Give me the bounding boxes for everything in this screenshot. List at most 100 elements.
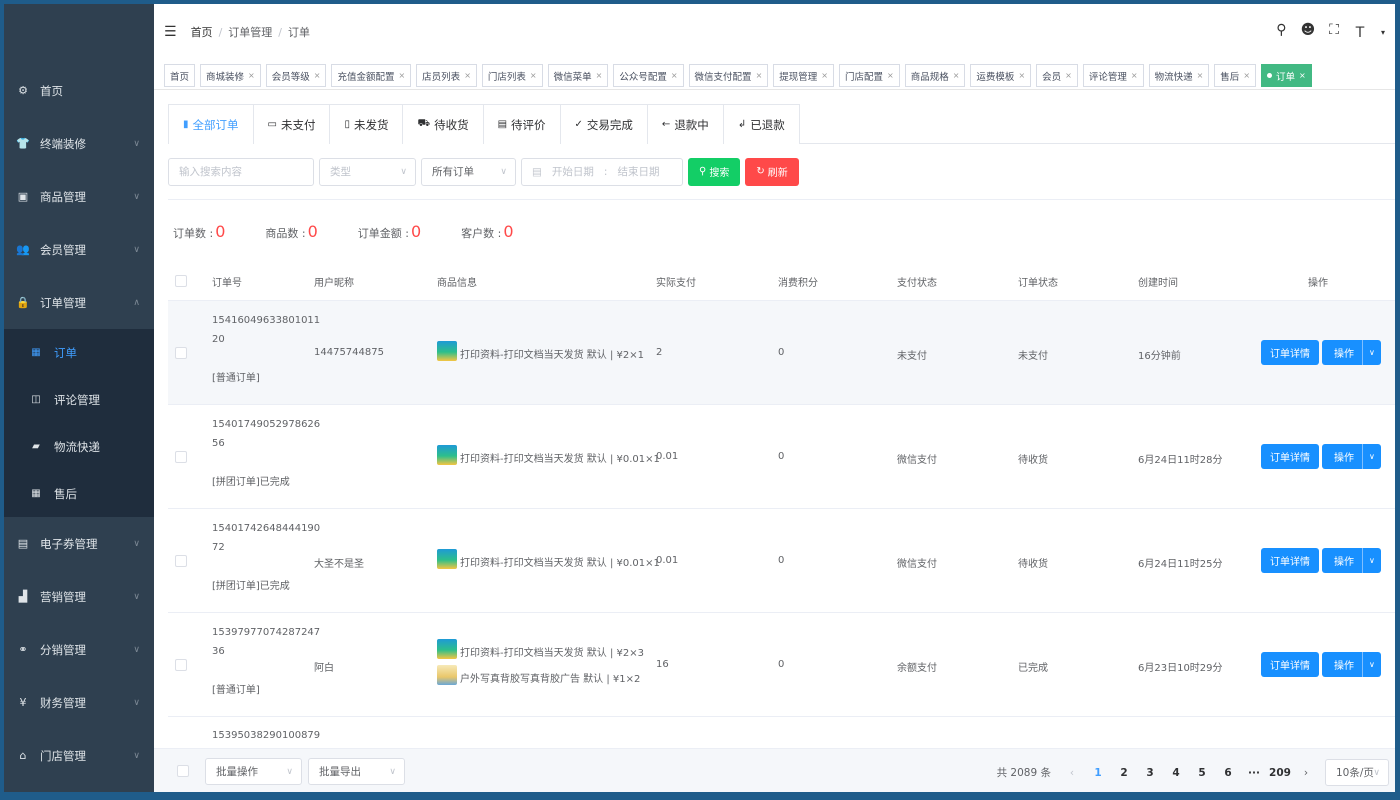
- view-tag-5[interactable]: 门店列表 ×: [481, 64, 543, 87]
- sidebar-item-4[interactable]: 🔒 订单管理 ∧: [4, 276, 154, 329]
- breadcrumb-order-mgmt[interactable]: 订单管理: [228, 26, 272, 39]
- tab-2[interactable]: ▯ 未发货: [329, 104, 403, 144]
- row-checkbox[interactable]: [175, 451, 187, 463]
- view-tag-10[interactable]: 门店配置 ×: [838, 64, 900, 87]
- view-tag-13[interactable]: 会员 ×: [1036, 64, 1078, 87]
- sidebar-item-9[interactable]: ⌂ 门店管理 ∨: [4, 729, 154, 782]
- view-tag-3[interactable]: 充值金额配置 ×: [331, 64, 412, 87]
- action-dropdown-button[interactable]: 操作 ∨: [1322, 444, 1381, 469]
- sidebar-subitem-1[interactable]: ◫ 评论管理: [4, 376, 154, 423]
- hamburger-icon[interactable]: ☰: [164, 24, 177, 40]
- refresh-button[interactable]: ↻ 刷新: [745, 157, 799, 186]
- breadcrumb-home[interactable]: 首页: [191, 26, 213, 39]
- action-dropdown-button[interactable]: 操作 ∨: [1322, 652, 1381, 677]
- close-icon[interactable]: ×: [887, 71, 894, 80]
- view-tag-16[interactable]: 售后 ×: [1214, 64, 1257, 87]
- tab-4[interactable]: ▤ 待评价: [482, 104, 560, 144]
- page-number[interactable]: 1: [1085, 767, 1111, 779]
- search-button[interactable]: ⚲ 搜索: [688, 157, 741, 186]
- sidebar-item-5[interactable]: ▤ 电子券管理 ∨: [4, 517, 154, 570]
- sidebar-subitem-3[interactable]: ▦ 售后: [4, 470, 154, 517]
- sidebar-item-1[interactable]: 👕 终端装修 ∨: [4, 117, 154, 170]
- close-icon[interactable]: ×: [1065, 71, 1072, 80]
- view-tag-14[interactable]: 评论管理 ×: [1082, 64, 1144, 87]
- user-dropdown-icon[interactable]: ▾: [1381, 28, 1385, 42]
- close-icon[interactable]: ×: [821, 71, 828, 80]
- row-checkbox[interactable]: [175, 659, 187, 671]
- view-tag-6[interactable]: 微信菜单 ×: [547, 64, 609, 87]
- batch-export-select[interactable]: 批量导出 ∨: [308, 758, 405, 785]
- order-detail-button[interactable]: 订单详情: [1261, 444, 1319, 469]
- close-icon[interactable]: ×: [398, 71, 405, 80]
- close-icon[interactable]: ×: [1197, 71, 1204, 80]
- sidebar-item-2[interactable]: ▣ 商品管理 ∨: [4, 170, 154, 223]
- sidebar-subitem-2[interactable]: ▰ 物流快递: [4, 423, 154, 470]
- close-icon[interactable]: ×: [1131, 71, 1138, 80]
- order-detail-button[interactable]: 订单详情: [1261, 548, 1319, 573]
- page-last[interactable]: 209: [1267, 767, 1293, 779]
- sidebar-item-3[interactable]: 👥 会员管理 ∨: [4, 223, 154, 276]
- order-detail-button[interactable]: 订单详情: [1261, 652, 1319, 677]
- close-icon[interactable]: ×: [596, 71, 603, 80]
- action-dropdown-button[interactable]: 操作 ∨: [1322, 340, 1381, 365]
- row-checkbox[interactable]: [175, 347, 187, 359]
- view-tag-11[interactable]: 商品规格 ×: [904, 64, 966, 87]
- tab-3[interactable]: ⛟ 待收货: [402, 104, 483, 144]
- type-select[interactable]: 类型 ∨: [319, 157, 416, 186]
- page-number[interactable]: 3: [1137, 767, 1163, 779]
- row-checkbox[interactable]: [175, 555, 187, 567]
- chevron-down-icon[interactable]: ∨: [1362, 444, 1381, 469]
- sidebar-item-6[interactable]: ▟ 营销管理 ∨: [4, 570, 154, 623]
- tab-6[interactable]: ← 退款中: [646, 104, 723, 144]
- batch-action-select[interactable]: 批量操作 ∨: [205, 758, 302, 785]
- view-tag-12[interactable]: 运费模板 ×: [970, 64, 1032, 87]
- action-dropdown-button[interactable]: 操作 ∨: [1322, 548, 1381, 573]
- date-range-picker[interactable]: ▤ 开始日期: 结束日期: [521, 157, 683, 186]
- select-all-checkbox-footer[interactable]: [177, 765, 189, 777]
- view-tag-17[interactable]: 订单 ×: [1261, 64, 1312, 87]
- page-number[interactable]: 5: [1189, 767, 1215, 779]
- search-input[interactable]: 输入搜索内容: [168, 157, 314, 186]
- page-number[interactable]: 4: [1163, 767, 1189, 779]
- close-icon[interactable]: ×: [756, 71, 763, 80]
- select-all-checkbox[interactable]: [175, 275, 187, 287]
- tab-7[interactable]: ↲ 已退款: [722, 104, 800, 144]
- view-tag-2[interactable]: 会员等级 ×: [265, 64, 327, 87]
- page-size-select[interactable]: 10条/页 ∨: [1325, 759, 1389, 786]
- page-number[interactable]: 6: [1215, 767, 1241, 779]
- sidebar-subitem-0[interactable]: ▦ 订单: [4, 329, 154, 376]
- view-tag-15[interactable]: 物流快递 ×: [1148, 64, 1210, 87]
- close-icon[interactable]: ×: [248, 71, 255, 80]
- close-icon[interactable]: ×: [953, 71, 960, 80]
- next-page-icon[interactable]: ›: [1293, 767, 1319, 779]
- close-icon[interactable]: ×: [671, 71, 678, 80]
- sidebar-item-8[interactable]: ¥ 财务管理 ∨: [4, 676, 154, 729]
- search-icon[interactable]: ⚲: [1276, 22, 1286, 42]
- close-icon[interactable]: ×: [464, 71, 471, 80]
- github-icon[interactable]: ☻: [1301, 22, 1316, 42]
- close-icon[interactable]: ×: [1018, 71, 1025, 80]
- chevron-down-icon[interactable]: ∨: [1362, 652, 1381, 677]
- close-icon[interactable]: ×: [1299, 71, 1306, 80]
- view-tag-8[interactable]: 微信支付配置 ×: [688, 64, 769, 87]
- tab-1[interactable]: ▭ 未支付: [252, 104, 330, 144]
- fullscreen-icon[interactable]: ⛶: [1329, 22, 1339, 42]
- close-icon[interactable]: ×: [530, 71, 537, 80]
- chevron-down-icon[interactable]: ∨: [1362, 340, 1381, 365]
- prev-page-icon[interactable]: ‹: [1059, 767, 1085, 779]
- font-size-icon[interactable]: Ｔ: [1353, 22, 1367, 42]
- chevron-down-icon[interactable]: ∨: [1362, 548, 1381, 573]
- view-tag-0[interactable]: 首页: [164, 64, 196, 87]
- order-detail-button[interactable]: 订单详情: [1261, 340, 1319, 365]
- view-tag-1[interactable]: 商城装修 ×: [200, 64, 261, 87]
- tab-5[interactable]: ✓ 交易完成: [559, 104, 647, 144]
- close-icon[interactable]: ×: [1243, 71, 1250, 80]
- order-scope-select[interactable]: 所有订单 ∨: [421, 157, 516, 186]
- sidebar-item-7[interactable]: ⚭ 分销管理 ∨: [4, 623, 154, 676]
- tab-0[interactable]: ▮ 全部订单: [168, 104, 253, 144]
- page-number[interactable]: 2: [1111, 767, 1137, 779]
- view-tag-4[interactable]: 店员列表 ×: [416, 64, 477, 87]
- view-tag-9[interactable]: 提现管理 ×: [773, 64, 834, 87]
- close-icon[interactable]: ×: [314, 71, 321, 80]
- sidebar-item-0[interactable]: ⚙ 首页: [4, 64, 154, 117]
